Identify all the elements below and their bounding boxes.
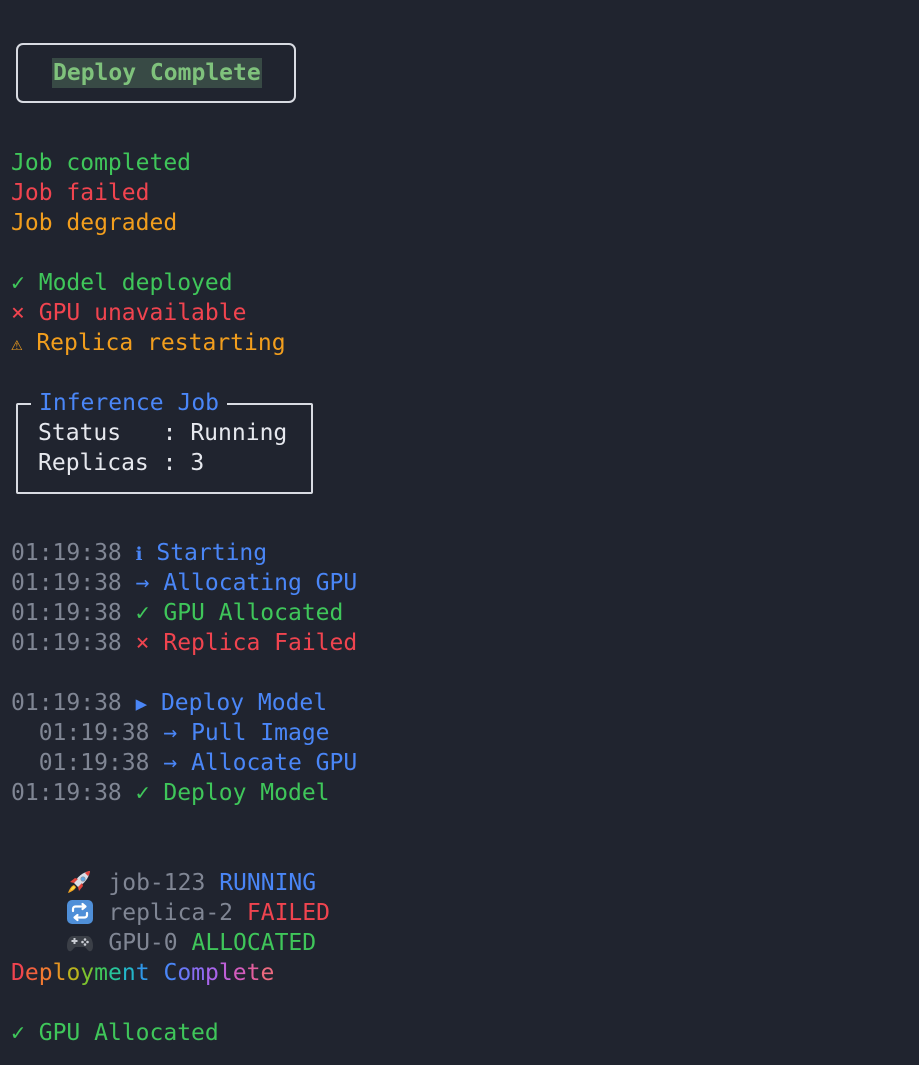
icon-line-unavailable: × GPU unavailable xyxy=(11,298,246,328)
resource-name: GPU-0 xyxy=(108,930,178,956)
step-time: 01:19:38 xyxy=(38,750,150,776)
banner-char xyxy=(150,960,164,986)
step-text: Deploy Model xyxy=(163,780,330,806)
job-row-value: 3 xyxy=(190,450,205,476)
icon-line-restarting: ⚠ Replica restarting xyxy=(11,328,286,358)
log-text: Allocating GPU xyxy=(163,570,358,596)
step-line: 01:19:38 ▶ Deploy Model xyxy=(11,688,327,718)
check-icon: ✓ xyxy=(135,600,150,626)
resource-status: ALLOCATED xyxy=(191,930,317,956)
inference-job-title: Inference Job xyxy=(31,388,228,418)
deployment-banner-text: Deployment Complete xyxy=(11,960,274,986)
status-line-degraded: Job degraded xyxy=(11,208,177,238)
log-line: 01:19:38 × Replica Failed xyxy=(11,628,357,658)
step-text: Allocate GPU xyxy=(191,750,358,776)
job-row-value: Running xyxy=(190,420,288,446)
resource-line: replica-2 FAILED xyxy=(11,868,330,926)
status-line-completed: Job completed xyxy=(11,148,191,178)
check-icon: ✓ xyxy=(135,780,150,806)
log-line: 01:19:38 ℹ Starting xyxy=(11,538,267,568)
banner-char: D xyxy=(11,960,25,986)
banner-char: m xyxy=(191,960,206,986)
banner-char: e xyxy=(260,960,275,986)
log-time: 01:19:38 xyxy=(11,540,122,566)
log-line: 01:19:38 ✓ GPU Allocated xyxy=(11,598,343,628)
step-line: 01:19:38 → Allocate GPU xyxy=(11,748,358,778)
play-icon: ▶ xyxy=(135,693,148,715)
gamepad-icon xyxy=(67,936,94,952)
banner-char: p xyxy=(205,960,219,986)
final-status-text: GPU Allocated xyxy=(38,1020,219,1046)
arrow-right-icon: → xyxy=(135,570,150,596)
banner-char: o xyxy=(177,960,192,986)
icon-line-deployed: ✓ Model deployed xyxy=(11,268,233,298)
banner-char: t xyxy=(135,960,150,986)
log-text: Replica Failed xyxy=(163,630,358,656)
job-row-label: Replicas xyxy=(38,450,149,476)
icon-line-text: Model deployed xyxy=(38,270,233,296)
header-title: Deploy Complete xyxy=(52,58,262,88)
log-time: 01:19:38 xyxy=(11,570,122,596)
banner-char: m xyxy=(94,960,109,986)
step-line: 01:19:38 ✓ Deploy Model xyxy=(11,778,330,808)
log-line: 01:19:38 → Allocating GPU xyxy=(11,568,357,598)
step-text: Deploy Model xyxy=(160,690,328,716)
job-row-separator: : xyxy=(148,420,191,446)
banner-char: l xyxy=(218,960,233,986)
resource-line: job-123 RUNNING xyxy=(11,838,316,896)
log-time: 01:19:38 xyxy=(11,600,122,626)
banner-char: o xyxy=(66,960,81,986)
step-text: Pull Image xyxy=(191,720,330,746)
step-line: 01:19:38 → Pull Image xyxy=(11,718,330,748)
job-row-replicas: Replicas : 3 xyxy=(38,448,204,478)
check-icon: ✓ xyxy=(11,270,25,296)
status-text: Job completed xyxy=(11,150,192,176)
banner-char: n xyxy=(121,960,136,986)
job-row-label: Status xyxy=(38,420,149,446)
step-time: 01:19:38 xyxy=(11,690,122,716)
log-time: 01:19:38 xyxy=(11,630,122,656)
job-row-separator: : xyxy=(148,450,191,476)
cross-icon: × xyxy=(11,300,25,326)
arrow-right-icon: → xyxy=(163,750,178,776)
arrow-right-icon: → xyxy=(163,720,178,746)
log-text: Starting xyxy=(156,540,268,566)
banner-char: C xyxy=(163,960,178,986)
icon-line-text: GPU unavailable xyxy=(38,300,247,326)
step-time: 01:19:38 xyxy=(11,780,122,806)
banner-char: e xyxy=(232,960,247,986)
check-icon: ✓ xyxy=(11,1020,25,1046)
resource-line: GPU-0 ALLOCATED xyxy=(11,898,316,956)
log-text: GPU Allocated xyxy=(163,600,344,626)
status-line-failed: Job failed xyxy=(11,178,149,208)
cross-icon: × xyxy=(135,630,150,656)
banner-char: p xyxy=(38,960,53,986)
banner-char: l xyxy=(52,960,67,986)
banner-char: e xyxy=(24,960,39,986)
icon-line-text: Replica restarting xyxy=(36,330,286,356)
banner-char: y xyxy=(80,960,95,986)
status-text: Job degraded xyxy=(11,210,178,236)
job-row-status: Status : Running xyxy=(38,418,287,448)
step-time: 01:19:38 xyxy=(38,720,150,746)
banner-char: t xyxy=(246,960,261,986)
final-status-line: ✓ GPU Allocated xyxy=(11,1018,219,1048)
banner-char: e xyxy=(108,960,122,986)
deployment-banner: Deployment Complete xyxy=(11,958,274,988)
warning-icon: ⚠ xyxy=(11,333,23,355)
status-text: Job failed xyxy=(11,180,150,206)
